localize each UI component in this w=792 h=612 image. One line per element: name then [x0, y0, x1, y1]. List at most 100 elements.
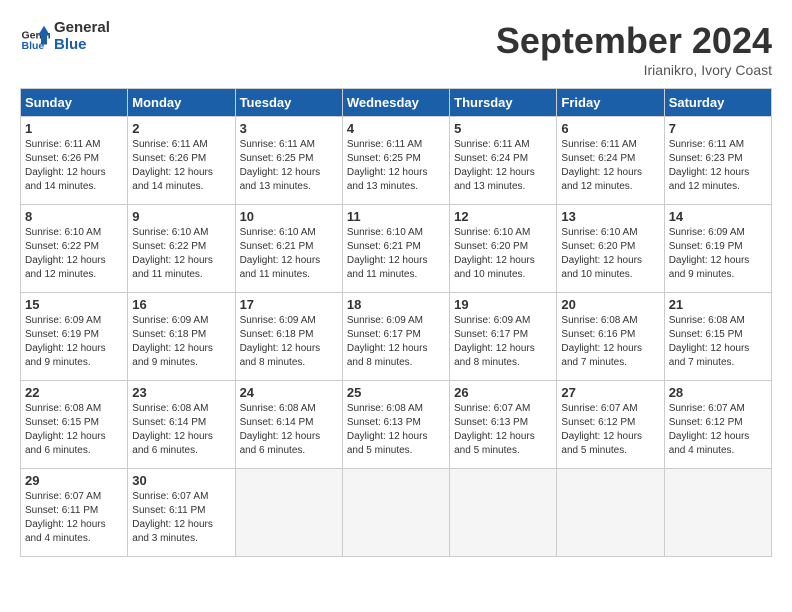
calendar-cell: 8 Sunrise: 6:10 AMSunset: 6:22 PMDaylight… — [21, 205, 128, 293]
day-info: Sunrise: 6:11 AMSunset: 6:26 PMDaylight:… — [25, 138, 123, 194]
day-number: 22 — [25, 385, 123, 400]
header-thursday: Thursday — [450, 89, 557, 117]
day-number: 6 — [561, 121, 659, 136]
month-title: September 2024 — [496, 20, 772, 62]
calendar-cell: 15Sunrise: 6:09 AMSunset: 6:19 PMDayligh… — [21, 293, 128, 381]
day-number: 21 — [669, 297, 767, 312]
calendar-cell: 29Sunrise: 6:07 AMSunset: 6:11 PMDayligh… — [21, 469, 128, 557]
day-info: Sunrise: 6:10 AMSunset: 6:21 PMDaylight:… — [240, 226, 338, 282]
calendar-cell: 3Sunrise: 6:11 AMSunset: 6:25 PMDaylight… — [235, 117, 342, 205]
day-info: Sunrise: 6:08 AMSunset: 6:13 PMDaylight:… — [347, 402, 445, 458]
calendar-cell: 21 Sunrise: 6:08 AMSunset: 6:15 PMDayligh… — [664, 293, 771, 381]
day-info: Sunrise: 6:08 AMSunset: 6:16 PMDaylight:… — [561, 314, 659, 370]
calendar-week-row-5: 29 Sunrise: 6:07 AMSunset: 6:11 PMDayligh… — [21, 469, 772, 557]
logo-line2: Blue — [54, 37, 110, 54]
calendar-cell: 14 Sunrise: 6:09 AMSunset: 6:19 PMDayligh… — [664, 205, 771, 293]
day-info: Sunrise: 6:11 AMSunset: 6:25 PMDaylight:… — [347, 138, 445, 194]
day-number: 19 — [454, 297, 552, 312]
location: Irianikro, Ivory Coast — [496, 62, 772, 78]
weekday-header-row: Sunday Monday Tuesday Wednesday Thursday… — [21, 89, 772, 117]
day-number: 27 — [561, 385, 659, 400]
calendar-cell: 25 Sunrise: 6:08 AMSunset: 6:13 PMDayligh… — [342, 381, 449, 469]
day-number: 13 — [561, 209, 659, 224]
day-number: 2 — [132, 121, 230, 136]
calendar-cell: 5 Sunrise: 6:11 AMSunset: 6:24 PMDaylight… — [450, 117, 557, 205]
day-info: Sunrise: 6:07 AMSunset: 6:12 PMDaylight:… — [561, 402, 659, 458]
day-number: 5 — [454, 121, 552, 136]
calendar-cell — [450, 469, 557, 557]
header-wednesday: Wednesday — [342, 89, 449, 117]
day-info: Sunrise: 6:09 AMSunset: 6:19 PMDaylight:… — [25, 314, 123, 370]
calendar-cell: 10Sunrise: 6:10 AMSunset: 6:21 PMDayligh… — [235, 205, 342, 293]
day-number: 11 — [347, 209, 445, 224]
day-info: Sunrise: 6:10 AMSunset: 6:22 PMDaylight:… — [25, 226, 123, 282]
day-info: Sunrise: 6:09 AMSunset: 6:18 PMDaylight:… — [240, 314, 338, 370]
header-friday: Friday — [557, 89, 664, 117]
calendar-cell: 24 Sunrise: 6:08 AMSunset: 6:14 PMDayligh… — [235, 381, 342, 469]
calendar-cell: 27 Sunrise: 6:07 AMSunset: 6:12 PMDayligh… — [557, 381, 664, 469]
logo: General Blue General Blue — [20, 20, 110, 53]
calendar-week-row-2: 8 Sunrise: 6:10 AMSunset: 6:22 PMDaylight… — [21, 205, 772, 293]
calendar-week-row-3: 15Sunrise: 6:09 AMSunset: 6:19 PMDayligh… — [21, 293, 772, 381]
day-number: 3 — [240, 121, 338, 136]
day-info: Sunrise: 6:08 AMSunset: 6:14 PMDaylight:… — [132, 402, 230, 458]
day-info: Sunrise: 6:07 AMSunset: 6:13 PMDaylight:… — [454, 402, 552, 458]
day-info: Sunrise: 6:08 AMSunset: 6:14 PMDaylight:… — [240, 402, 338, 458]
calendar-cell: 18 Sunrise: 6:09 AMSunset: 6:17 PMDayligh… — [342, 293, 449, 381]
calendar-cell — [557, 469, 664, 557]
calendar-cell: 28 Sunrise: 6:07 AMSunset: 6:12 PMDayligh… — [664, 381, 771, 469]
logo-icon: General Blue — [20, 22, 50, 52]
day-number: 29 — [25, 473, 123, 488]
title-block: September 2024 Irianikro, Ivory Coast — [496, 20, 772, 78]
calendar-cell: 16Sunrise: 6:09 AMSunset: 6:18 PMDayligh… — [128, 293, 235, 381]
calendar-cell: 20 Sunrise: 6:08 AMSunset: 6:16 PMDayligh… — [557, 293, 664, 381]
logo-line1: General — [54, 20, 110, 37]
day-info: Sunrise: 6:11 AMSunset: 6:24 PMDaylight:… — [454, 138, 552, 194]
calendar-cell: 23 Sunrise: 6:08 AMSunset: 6:14 PMDayligh… — [128, 381, 235, 469]
day-number: 20 — [561, 297, 659, 312]
day-info: Sunrise: 6:09 AMSunset: 6:17 PMDaylight:… — [454, 314, 552, 370]
day-info: Sunrise: 6:09 AMSunset: 6:17 PMDaylight:… — [347, 314, 445, 370]
day-info: Sunrise: 6:11 AMSunset: 6:23 PMDaylight:… — [669, 138, 767, 194]
day-number: 8 — [25, 209, 123, 224]
calendar-cell: 17 Sunrise: 6:09 AMSunset: 6:18 PMDayligh… — [235, 293, 342, 381]
calendar-table: Sunday Monday Tuesday Wednesday Thursday… — [20, 88, 772, 557]
day-number: 1 — [25, 121, 123, 136]
calendar-week-row-4: 22 Sunrise: 6:08 AMSunset: 6:15 PMDayligh… — [21, 381, 772, 469]
day-number: 18 — [347, 297, 445, 312]
calendar-cell: 12Sunrise: 6:10 AMSunset: 6:20 PMDayligh… — [450, 205, 557, 293]
day-info: Sunrise: 6:09 AMSunset: 6:18 PMDaylight:… — [132, 314, 230, 370]
calendar-cell — [342, 469, 449, 557]
day-info: Sunrise: 6:09 AMSunset: 6:19 PMDaylight:… — [669, 226, 767, 282]
day-info: Sunrise: 6:10 AMSunset: 6:21 PMDaylight:… — [347, 226, 445, 282]
day-number: 23 — [132, 385, 230, 400]
day-number: 14 — [669, 209, 767, 224]
calendar-week-row-1: 1 Sunrise: 6:11 AMSunset: 6:26 PMDaylight… — [21, 117, 772, 205]
day-number: 4 — [347, 121, 445, 136]
day-number: 9 — [132, 209, 230, 224]
day-number: 28 — [669, 385, 767, 400]
calendar-cell — [235, 469, 342, 557]
calendar-cell: 26Sunrise: 6:07 AMSunset: 6:13 PMDayligh… — [450, 381, 557, 469]
day-info: Sunrise: 6:08 AMSunset: 6:15 PMDaylight:… — [669, 314, 767, 370]
calendar-cell: 7 Sunrise: 6:11 AMSunset: 6:23 PMDaylight… — [664, 117, 771, 205]
header-tuesday: Tuesday — [235, 89, 342, 117]
calendar-cell: 11 Sunrise: 6:10 AMSunset: 6:21 PMDayligh… — [342, 205, 449, 293]
calendar-cell: 9 Sunrise: 6:10 AMSunset: 6:22 PMDaylight… — [128, 205, 235, 293]
header-saturday: Saturday — [664, 89, 771, 117]
day-info: Sunrise: 6:07 AMSunset: 6:11 PMDaylight:… — [132, 490, 230, 546]
day-info: Sunrise: 6:07 AMSunset: 6:12 PMDaylight:… — [669, 402, 767, 458]
day-number: 12 — [454, 209, 552, 224]
day-number: 25 — [347, 385, 445, 400]
day-number: 30 — [132, 473, 230, 488]
day-number: 7 — [669, 121, 767, 136]
day-number: 17 — [240, 297, 338, 312]
calendar-cell: 30 Sunrise: 6:07 AMSunset: 6:11 PMDayligh… — [128, 469, 235, 557]
calendar-cell — [664, 469, 771, 557]
calendar-cell: 13Sunrise: 6:10 AMSunset: 6:20 PMDayligh… — [557, 205, 664, 293]
calendar-cell: 22 Sunrise: 6:08 AMSunset: 6:15 PMDayligh… — [21, 381, 128, 469]
day-info: Sunrise: 6:10 AMSunset: 6:22 PMDaylight:… — [132, 226, 230, 282]
calendar-cell: 6Sunrise: 6:11 AMSunset: 6:24 PMDaylight… — [557, 117, 664, 205]
day-info: Sunrise: 6:08 AMSunset: 6:15 PMDaylight:… — [25, 402, 123, 458]
day-number: 24 — [240, 385, 338, 400]
